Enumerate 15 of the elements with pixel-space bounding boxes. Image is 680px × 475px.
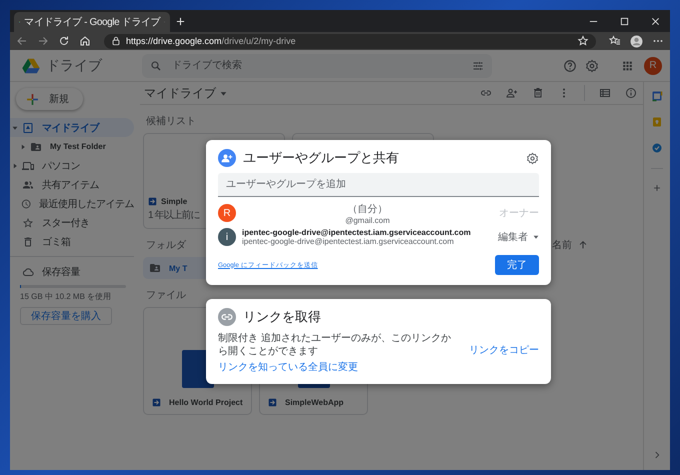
storage-usage: 15 GB 中 10.2 MB を使用 [20,291,112,302]
person-email: ipentec-google-drive@ipentectest.iam.gserviceaccount.com [242,237,455,246]
section-label: 候補リスト [146,114,197,128]
section-label: フォルダ [146,239,186,252]
app-title: ドライブ [46,56,104,74]
person-email: @gmail.com [345,216,390,224]
person-avatar: i [218,228,236,246]
dialog-title: ユーザーやグループと共有 [243,149,399,167]
file-name: Simple [161,197,188,206]
section-label: ファイル [146,289,187,302]
file-meta: 1 年以上前に [148,208,200,222]
person-name: （自分） [348,202,388,216]
person-name: ipentec-google-drive@ipentectest.iam.gserviceaccount.com [242,228,472,237]
role-label: オーナー [499,207,539,220]
person-avatar: R [218,204,236,222]
